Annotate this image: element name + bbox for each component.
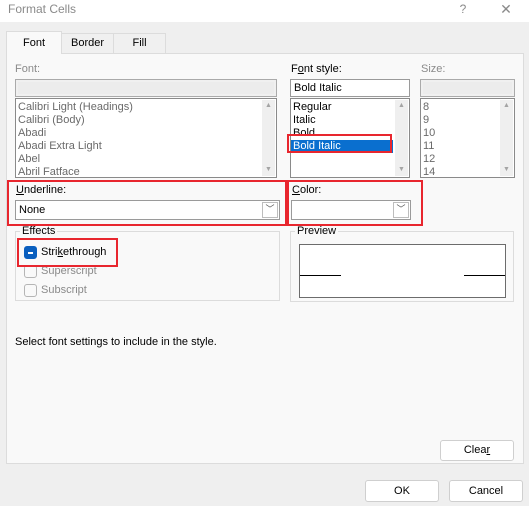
subscript-checkbox[interactable]	[24, 284, 37, 297]
size-list-scrollbar[interactable]: ▲ ▼	[500, 100, 513, 176]
scroll-up-icon[interactable]: ▲	[500, 100, 513, 112]
font-style-input[interactable]: Bold Italic	[290, 79, 410, 97]
tab-border[interactable]: Border	[61, 33, 114, 53]
chevron-down-icon[interactable]: ﹀	[393, 202, 409, 218]
underline-label-accel: U	[16, 184, 24, 196]
chevron-down-icon[interactable]: ﹀	[262, 202, 278, 218]
preview-box	[299, 244, 506, 298]
title-bar: Format Cells ? ✕	[0, 0, 529, 22]
close-button[interactable]: ✕	[494, 0, 518, 20]
underline-value: None	[19, 204, 46, 216]
font-style-label: Font style:	[291, 63, 342, 75]
font-list-item[interactable]: Abadi	[16, 127, 276, 140]
strikethrough-label[interactable]: Strikethrough	[41, 246, 106, 259]
font-style-item[interactable]: Bold	[291, 127, 409, 140]
strikethrough-post: ethrough	[63, 246, 107, 258]
font-list-item[interactable]: Calibri (Body)	[16, 114, 276, 127]
font-style-label-suffix: nt style:	[303, 63, 342, 75]
underline-label: Underline:	[16, 184, 66, 196]
tab-fill[interactable]: Fill	[113, 33, 166, 53]
effects-title: Effects	[20, 225, 58, 237]
font-list-item[interactable]: Abril Fatface	[16, 166, 276, 177]
size-input[interactable]	[420, 79, 515, 97]
size-list[interactable]: 8 9 10 11 12 14 ▲ ▼	[420, 98, 515, 178]
superscript-label[interactable]: Superscript	[41, 265, 97, 278]
preview-line-right	[464, 275, 505, 276]
window-title: Format Cells	[8, 2, 77, 16]
superscript-checkbox[interactable]	[24, 265, 37, 278]
font-style-scrollbar[interactable]: ▲ ▼	[395, 100, 408, 176]
font-list-item[interactable]: Abadi Extra Light	[16, 140, 276, 153]
cancel-button[interactable]: Cancel	[449, 480, 523, 502]
font-style-list[interactable]: Regular Italic Bold Bold Italic ▲ ▼	[290, 98, 410, 178]
font-list[interactable]: Calibri Light (Headings) Calibri (Body) …	[15, 98, 277, 178]
font-style-item-selected[interactable]: Bold Italic	[291, 140, 393, 153]
ok-button[interactable]: OK	[365, 480, 439, 502]
scroll-down-icon[interactable]: ▼	[262, 164, 275, 176]
font-label: Font:	[15, 63, 41, 75]
color-label-accel: C	[292, 184, 300, 196]
preview-line-left	[300, 275, 341, 276]
scroll-up-icon[interactable]: ▲	[262, 100, 275, 112]
help-text: Select font settings to include in the s…	[15, 336, 217, 348]
font-style-item[interactable]: Regular	[291, 101, 409, 114]
font-style-label-prefix: F	[291, 63, 298, 75]
scroll-down-icon[interactable]: ▼	[395, 164, 408, 176]
scroll-down-icon[interactable]: ▼	[500, 164, 513, 176]
font-style-item[interactable]: Italic	[291, 114, 409, 127]
subscript-label[interactable]: Subscript	[41, 284, 87, 297]
font-input[interactable]	[15, 79, 277, 97]
color-label-suffix: olor:	[299, 184, 322, 196]
scroll-up-icon[interactable]: ▲	[395, 100, 408, 112]
strikethrough-checkbox[interactable]	[24, 246, 37, 259]
color-label: Color:	[292, 184, 321, 196]
clear-label-accel: r	[486, 444, 491, 456]
preview-title: Preview	[295, 225, 339, 237]
font-list-item[interactable]: Calibri Light (Headings)	[16, 101, 276, 114]
font-list-item[interactable]: Abel	[16, 153, 276, 166]
color-dropdown[interactable]: ﹀	[291, 200, 411, 220]
clear-button[interactable]: Clear	[440, 440, 514, 461]
underline-label-suffix: nderline:	[23, 184, 67, 196]
size-label: Size:	[421, 63, 446, 75]
clear-label-pre: Clea	[463, 444, 487, 456]
help-button[interactable]: ?	[453, 0, 473, 20]
tab-font[interactable]: Font	[6, 31, 62, 54]
strikethrough-pre: Stri	[41, 246, 58, 258]
underline-dropdown[interactable]: None ﹀	[15, 200, 280, 220]
font-list-scrollbar[interactable]: ▲ ▼	[262, 100, 275, 176]
